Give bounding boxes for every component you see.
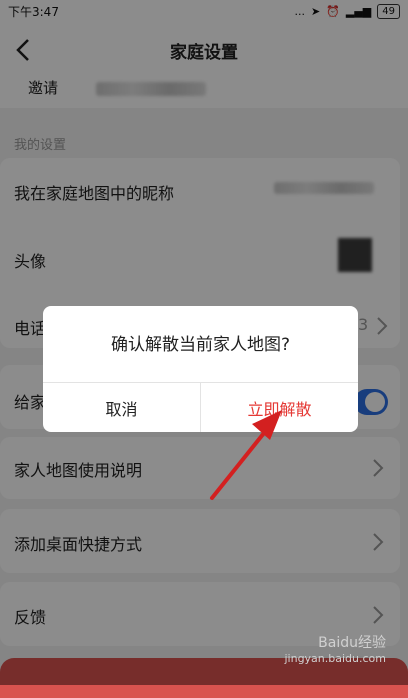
confirm-dissolve-button[interactable]: 立即解散 [201,383,358,432]
watermark-sub: jingyan.baidu.com [284,652,386,665]
dialog-message: 确认解散当前家人地图? [110,335,291,355]
cancel-button[interactable]: 取消 [43,383,200,432]
chevron-right-icon [377,317,388,335]
phone-suffix: 3 [358,315,369,334]
watermark: Baidu经验 jingyan.baidu.com [284,632,386,665]
watermark-main: Baidu经验 [318,635,386,651]
confirm-dialog: 确认解散当前家人地图? 取消 立即解散 [43,306,358,432]
